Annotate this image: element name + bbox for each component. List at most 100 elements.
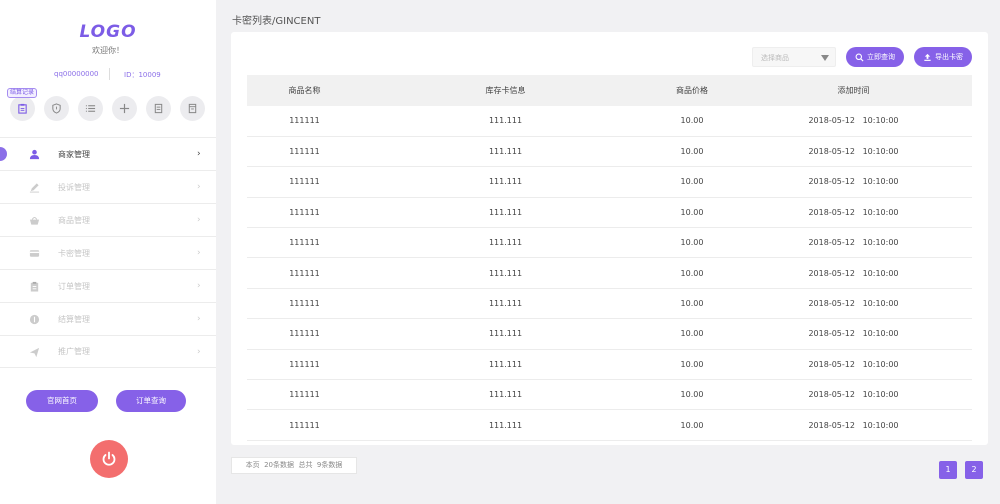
table-row: 111111 111.111 10.00 2018-05-12 10:10:00 bbox=[247, 106, 972, 137]
search-button[interactable]: 立即查询 bbox=[846, 47, 904, 67]
caret-down-icon bbox=[821, 55, 829, 61]
table-cell: 10.00 bbox=[680, 329, 704, 339]
column-header: 添加时间 bbox=[837, 86, 870, 95]
table-cell: 111111 bbox=[289, 147, 320, 157]
account-divider bbox=[109, 68, 110, 80]
table-cell: 2018-05-12 10:10:00 bbox=[808, 116, 899, 126]
page-button-1[interactable]: 1 bbox=[939, 461, 957, 479]
sidebar-item-cards[interactable]: 卡密管理 › bbox=[0, 236, 216, 269]
chevron-right-icon: › bbox=[197, 182, 201, 192]
chevron-right-icon: › bbox=[197, 248, 201, 258]
table-row: 111111 111.111 10.00 2018-05-12 10:10:00 bbox=[247, 136, 972, 167]
sidebar-item-label: 推广管理 bbox=[58, 347, 90, 356]
active-indicator bbox=[0, 147, 7, 161]
table-row: 111111 111.111 10.00 2018-05-12 10:10:00 bbox=[247, 167, 972, 198]
table-cell: 2018-05-12 10:10:00 bbox=[808, 359, 899, 369]
logo: LOGO bbox=[79, 22, 137, 42]
sidebar-item-label: 卡密管理 bbox=[58, 248, 90, 258]
search-icon bbox=[855, 53, 864, 62]
sidebar-item-label: 投诉管理 bbox=[58, 182, 90, 192]
table-cell: 2018-05-12 10:10:00 bbox=[808, 238, 899, 248]
sidebar-item-label: 订单管理 bbox=[58, 281, 90, 291]
table-cell: 111.111 bbox=[488, 390, 523, 400]
table-cell: 111.111 bbox=[488, 238, 523, 248]
table-cell: 10.00 bbox=[680, 390, 704, 400]
table-row: 111111 111.111 10.00 2018-05-12 10:10:00 bbox=[247, 258, 972, 289]
export-button[interactable]: 导出卡密 bbox=[914, 47, 972, 67]
sidebar-item-products[interactable]: 商品管理 › bbox=[0, 203, 216, 236]
sidebar-item-label: 结算管理 bbox=[58, 314, 90, 324]
chevron-right-icon: › bbox=[197, 215, 201, 225]
shield-icon bbox=[52, 103, 61, 114]
clipboard-icon bbox=[18, 103, 27, 114]
receipt-icon bbox=[188, 103, 197, 114]
table-cell: 111111 bbox=[289, 390, 320, 400]
table-cell: 111.111 bbox=[488, 268, 523, 278]
sidebar-item-merchant[interactable]: 商家管理 › bbox=[0, 137, 216, 170]
product-select[interactable]: 选择商品 bbox=[752, 47, 836, 67]
quick-document-button[interactable] bbox=[146, 96, 171, 121]
plus-icon bbox=[119, 103, 130, 114]
table-cell: 111.111 bbox=[488, 299, 523, 309]
sidebar-item-settlement[interactable]: 结算管理 › bbox=[0, 302, 216, 335]
table-cell: 111.111 bbox=[488, 420, 523, 430]
column-header: 库存卡信息 bbox=[485, 86, 526, 95]
coin-icon bbox=[29, 314, 40, 325]
table-cell: 111111 bbox=[289, 238, 320, 248]
chevron-right-icon: › bbox=[197, 281, 201, 291]
sidebar-item-complaint[interactable]: 投诉管理 › bbox=[0, 170, 216, 203]
chevron-right-icon: › bbox=[197, 149, 201, 159]
table-cell: 111111 bbox=[289, 329, 320, 339]
quick-shield-button[interactable] bbox=[44, 96, 69, 121]
pencil-icon bbox=[29, 183, 40, 193]
list-icon bbox=[85, 105, 96, 112]
table-row: 111111 111.111 10.00 2018-05-12 10:10:00 bbox=[247, 410, 972, 441]
table-row: 111111 111.111 10.00 2018-05-12 10:10:00 bbox=[247, 197, 972, 228]
quick-add-button[interactable] bbox=[112, 96, 137, 121]
home-button[interactable]: 官网首页 bbox=[26, 390, 98, 412]
column-header: 商品名称 bbox=[288, 86, 321, 95]
quick-receipt-button[interactable] bbox=[180, 96, 205, 121]
sidebar-item-orders[interactable]: 订单管理 › bbox=[0, 269, 216, 302]
logout-button[interactable] bbox=[90, 440, 128, 478]
table-cell: 2018-05-12 10:10:00 bbox=[808, 268, 899, 278]
table-cell: 10.00 bbox=[680, 238, 704, 248]
select-placeholder: 选择商品 bbox=[761, 54, 789, 62]
table-cell: 2018-05-12 10:10:00 bbox=[808, 329, 899, 339]
table-cell: 10.00 bbox=[680, 268, 704, 278]
document-icon bbox=[154, 103, 163, 114]
table-cell: 111111 bbox=[289, 116, 320, 126]
table-cell: 111111 bbox=[289, 359, 320, 369]
basket-icon bbox=[29, 217, 40, 225]
quick-settlement-button[interactable]: 结算记录 bbox=[7, 88, 38, 121]
table-cell: 111111 bbox=[289, 207, 320, 217]
table-cell: 111.111 bbox=[488, 177, 523, 187]
table-cell: 111111 bbox=[289, 299, 320, 309]
table-header-row: 商品名称 库存卡信息 商品价格 添加时间 bbox=[247, 75, 972, 106]
quick-list-button[interactable] bbox=[78, 96, 103, 121]
table-cell: 10.00 bbox=[680, 147, 704, 157]
order-query-button[interactable]: 订单查询 bbox=[116, 390, 186, 412]
chevron-right-icon: › bbox=[197, 314, 201, 324]
table-cell: 2018-05-12 10:10:00 bbox=[808, 299, 899, 309]
table-cell: 2018-05-12 10:10:00 bbox=[808, 177, 899, 187]
send-icon bbox=[29, 347, 40, 358]
table-cell: 10.00 bbox=[680, 420, 704, 430]
table-cell: 111111 bbox=[289, 420, 320, 430]
table-cell: 111.111 bbox=[488, 116, 523, 126]
table-cell: 111.111 bbox=[488, 359, 523, 369]
card-table: 商品名称 库存卡信息 商品价格 添加时间 111111 111.111 10.00 2… bbox=[247, 75, 972, 441]
breadcrumb: 卡密列表/GINCENT bbox=[232, 16, 321, 27]
table-cell: 10.00 bbox=[680, 359, 704, 369]
table-cell: 111111 bbox=[289, 177, 320, 187]
page-summary: 本页 20条数据 总共 9条数据 bbox=[231, 457, 357, 474]
table-row: 111111 111.111 10.00 2018-05-12 10:10:00 bbox=[247, 288, 972, 319]
page-button-2[interactable]: 2 bbox=[965, 461, 983, 479]
table-cell: 2018-05-12 10:10:00 bbox=[808, 147, 899, 157]
table-cell: 2018-05-12 10:10:00 bbox=[808, 390, 899, 400]
sidebar-item-label: 商品管理 bbox=[58, 215, 90, 225]
table-cell: 111.111 bbox=[488, 329, 523, 339]
account-name: qq00000000 bbox=[54, 70, 99, 78]
table-row: 111111 111.111 10.00 2018-05-12 10:10:00 bbox=[247, 228, 972, 258]
sidebar-item-promotion[interactable]: 推广管理 › bbox=[0, 335, 216, 368]
